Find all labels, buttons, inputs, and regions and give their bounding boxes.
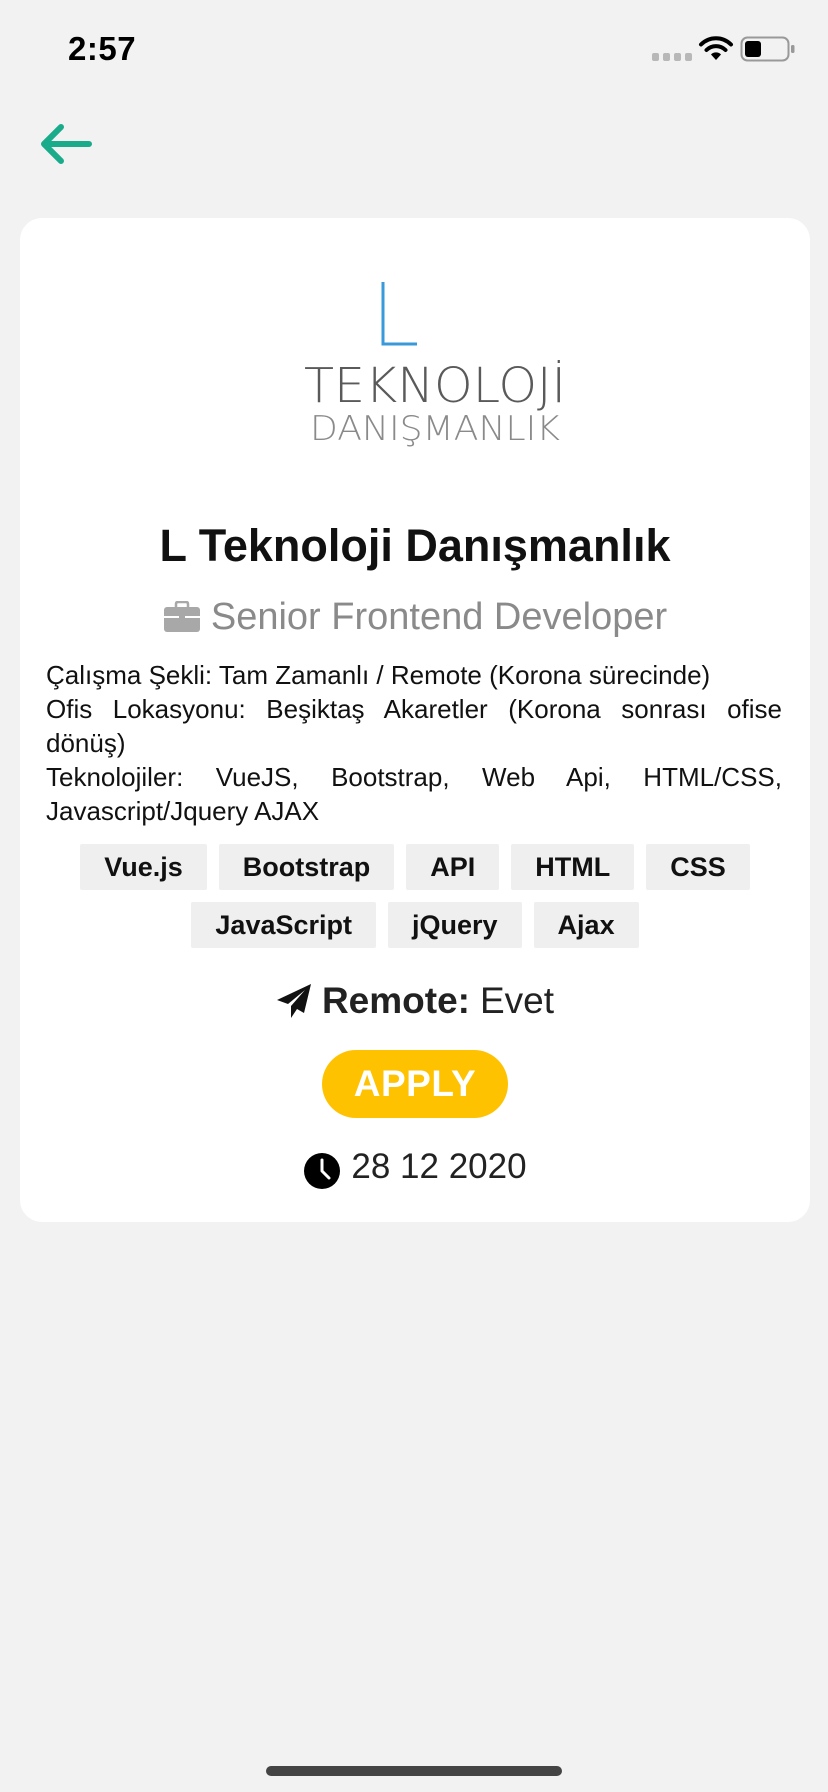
tag-css[interactable]: CSS [646, 844, 750, 890]
description-work-type: Çalışma Şekli: Tam Zamanlı / Remote (Kor… [46, 660, 711, 690]
remote-value: Evet [479, 980, 555, 1021]
home-indicator[interactable] [266, 1766, 562, 1776]
tag-javascript[interactable]: JavaScript [191, 902, 376, 948]
description-technologies: Teknolojiler: VueJS, Bootstrap, Web Api,… [46, 762, 782, 826]
posted-date-row: 28 12 2020 [20, 1144, 810, 1190]
remote-label: Remote: [321, 980, 470, 1021]
posted-date: 28 12 2020 [351, 1147, 527, 1186]
wifi-icon [699, 36, 733, 60]
job-description: Çalışma Şekli: Tam Zamanlı / Remote (Kor… [46, 658, 782, 828]
company-name: L Teknoloji Danışmanlık [159, 520, 671, 571]
back-button[interactable] [34, 118, 96, 170]
tag-jquery[interactable]: jQuery [388, 902, 522, 948]
logo-line2: DANIŞMANLIK [310, 409, 560, 449]
paper-plane-icon [276, 984, 311, 1018]
arrow-left-icon [41, 124, 92, 164]
status-time: 2:57 [68, 30, 137, 67]
apply-button[interactable]: APPLY [322, 1050, 508, 1118]
tag-html[interactable]: HTML [511, 844, 635, 890]
battery-icon [740, 36, 795, 62]
status-bar: 2:57 [0, 0, 828, 100]
description-office-location: Ofis Lokasyonu: Beşiktaş Akaretler (Koro… [46, 694, 782, 758]
tech-tags: Vue.js Bootstrap API HTML CSS JavaScript… [50, 844, 780, 948]
cellular-signal-icon [652, 53, 692, 61]
briefcase-icon [163, 601, 200, 632]
clock-icon [304, 1153, 341, 1189]
company-logo: TEKNOLOJİ DANIŞMANLIK [304, 282, 566, 449]
tag-ajax[interactable]: Ajax [533, 902, 639, 948]
job-title-row: Senior Frontend Developer [20, 598, 810, 636]
job-card: TEKNOLOJİ DANIŞMANLIK L Teknoloji Danışm… [20, 218, 810, 1222]
tag-bootstrap[interactable]: Bootstrap [218, 844, 395, 890]
remote-row: Remote: Evet [20, 980, 810, 1022]
screen: 2:57 TEKNOLOJİ DANIŞMANLIK L Teknoloji D… [0, 0, 828, 1792]
job-title: Senior Frontend Developer [210, 596, 668, 638]
tag-api[interactable]: API [406, 844, 500, 890]
logo-line1: TEKNOLOJİ [304, 358, 566, 414]
tag-vuejs[interactable]: Vue.js [80, 844, 207, 890]
